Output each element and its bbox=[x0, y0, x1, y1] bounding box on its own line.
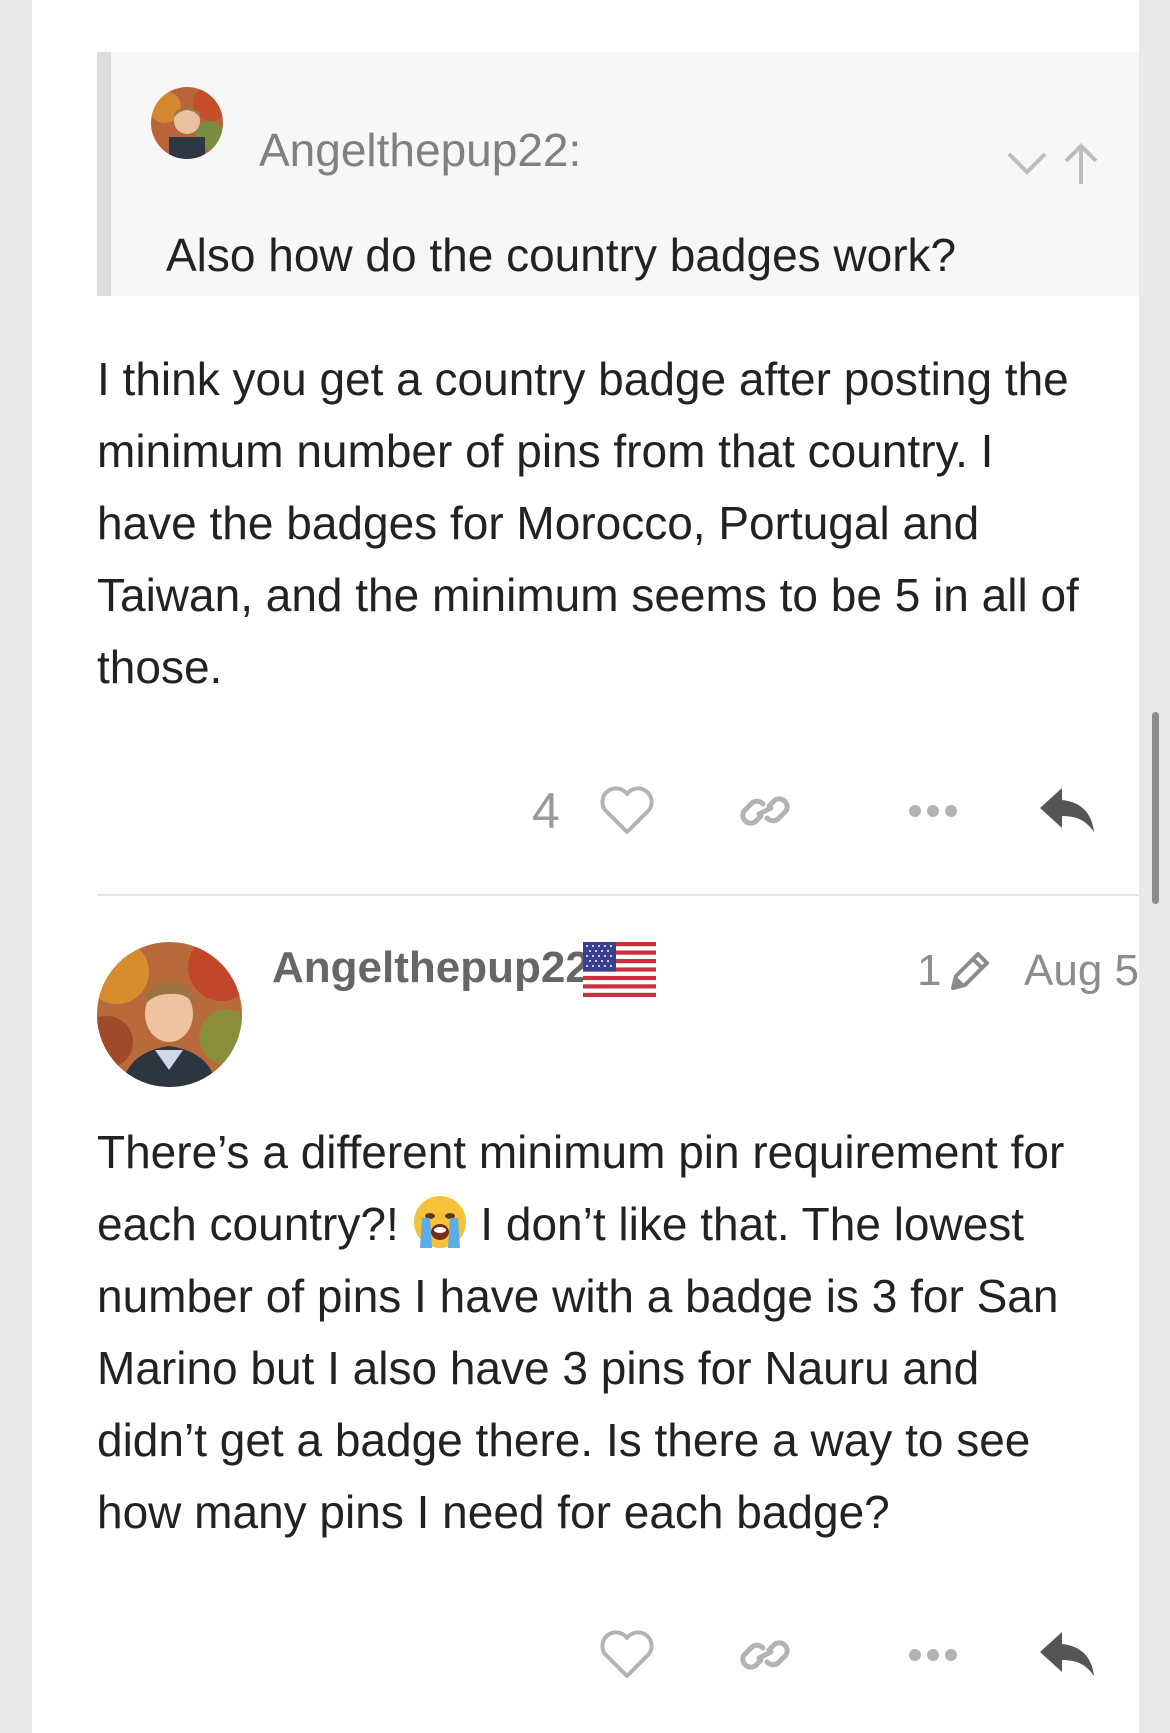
post-line: have the badges for Morocco, Portugal an… bbox=[97, 497, 980, 549]
post-text: each country?! bbox=[97, 1198, 412, 1250]
post-line: Taiwan, and the minimum seems to be 5 in… bbox=[97, 569, 1079, 621]
like-button[interactable] bbox=[592, 776, 662, 846]
chevron-down-icon[interactable] bbox=[1005, 142, 1049, 186]
post-line: Marino but I also have 3 pins for Nauru … bbox=[97, 1342, 980, 1394]
heart-icon bbox=[600, 786, 654, 834]
link-icon bbox=[740, 1640, 790, 1670]
heart-icon bbox=[600, 1630, 654, 1678]
post-text: I don’t like that. The lowest bbox=[467, 1198, 1025, 1250]
more-button[interactable] bbox=[898, 776, 968, 846]
post-line: There’s a different minimum pin requirem… bbox=[97, 1126, 1065, 1178]
crying-face-emoji-icon bbox=[413, 1196, 466, 1248]
post-line: I think you get a country badge after po… bbox=[97, 353, 1069, 405]
post-line: minimum number of pins from that country… bbox=[97, 425, 994, 477]
link-icon bbox=[740, 796, 790, 826]
us-flag-icon bbox=[583, 942, 656, 997]
quote-block: Angelthepup22: Also how do the country b… bbox=[97, 52, 1139, 296]
post-line: didn’t get a badge there. Is there a way… bbox=[97, 1414, 1031, 1466]
post-line: those. bbox=[97, 641, 223, 693]
post-line: number of pins I have with a badge is 3 … bbox=[97, 1270, 1059, 1322]
share-link-button[interactable] bbox=[730, 776, 800, 846]
quote-text: Also how do the country badges work? bbox=[166, 229, 957, 281]
topic-page: Angelthepup22: Also how do the country b… bbox=[32, 0, 1139, 1733]
post-actions-1: 4 bbox=[32, 776, 1139, 846]
more-button[interactable] bbox=[898, 1620, 968, 1690]
post-divider bbox=[97, 894, 1139, 896]
post-line: how many pins I need for each badge? bbox=[97, 1486, 890, 1538]
reply-icon bbox=[1040, 1632, 1094, 1676]
quote-author[interactable]: Angelthepup22: bbox=[259, 127, 581, 173]
like-count[interactable]: 4 bbox=[532, 776, 560, 846]
post-date[interactable]: Aug 5 bbox=[1024, 949, 1139, 993]
scrollbar[interactable] bbox=[1152, 712, 1159, 904]
post-actions-2 bbox=[32, 1620, 1139, 1690]
quote-controls bbox=[1005, 142, 1101, 186]
more-icon bbox=[909, 805, 957, 817]
reply-button[interactable] bbox=[1032, 776, 1102, 846]
quote-avatar[interactable] bbox=[151, 87, 223, 159]
avatar[interactable] bbox=[97, 942, 242, 1087]
arrow-up-icon[interactable] bbox=[1061, 142, 1101, 186]
share-link-button[interactable] bbox=[730, 1620, 800, 1690]
pencil-icon[interactable] bbox=[947, 948, 993, 994]
reply-icon bbox=[1040, 788, 1094, 832]
post-username[interactable]: Angelthepup22 bbox=[272, 946, 590, 990]
post-body-1: I think you get a country badge after po… bbox=[97, 343, 1147, 703]
like-button[interactable] bbox=[592, 1620, 662, 1690]
post-body-2: There’s a different minimum pin requirem… bbox=[97, 1116, 1147, 1548]
edit-count[interactable]: 1 bbox=[917, 949, 941, 993]
post-line: each country?! I don’t like that. The lo… bbox=[97, 1188, 1147, 1260]
more-icon bbox=[909, 1649, 957, 1661]
reply-button[interactable] bbox=[1032, 1620, 1102, 1690]
